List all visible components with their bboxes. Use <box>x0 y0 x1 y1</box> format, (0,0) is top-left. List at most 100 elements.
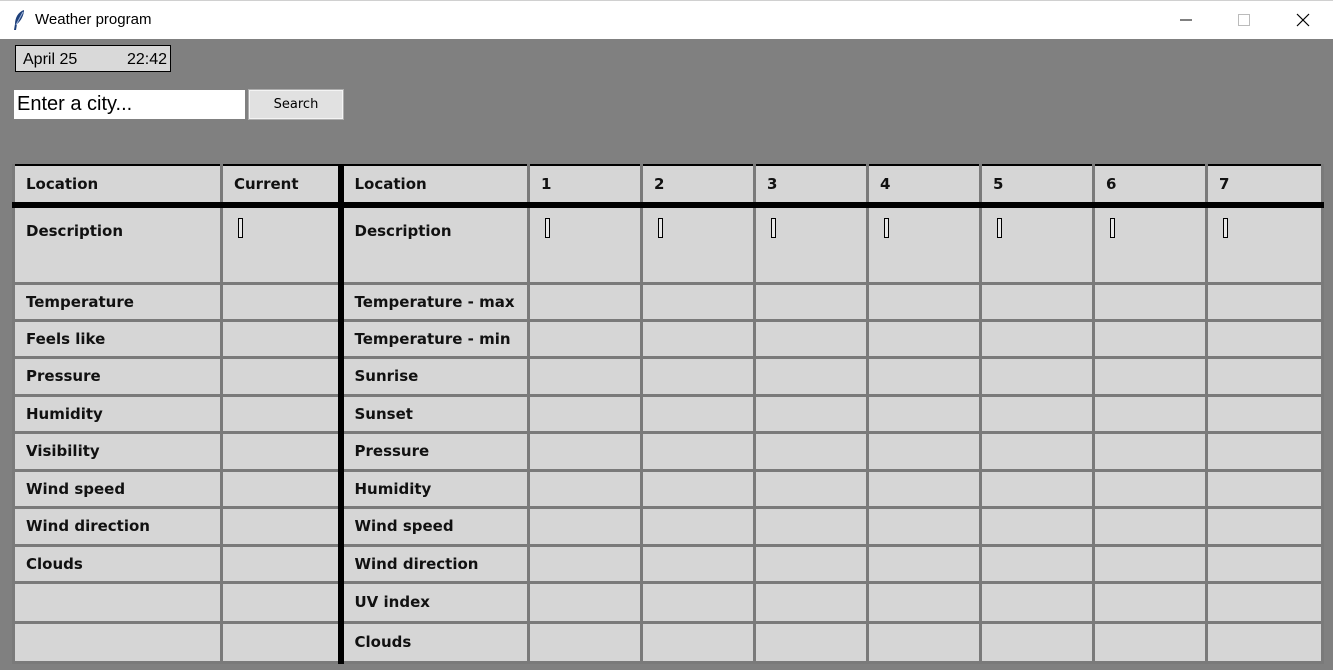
forecast-day-3-cell <box>753 620 869 664</box>
forecast-day-5-cell <box>979 393 1095 434</box>
forecast-day-6-cell <box>1092 620 1208 664</box>
current-row-label: Humidity <box>12 393 223 434</box>
current-value-cell <box>220 580 344 624</box>
forecast-header-0: Location <box>339 164 530 208</box>
forecast-day-5-cell <box>979 468 1095 509</box>
forecast-day-4-cell <box>866 203 982 285</box>
current-value-cell <box>220 430 344 472</box>
forecast-row-label: Sunset <box>339 393 530 434</box>
current-row-label: Pressure <box>12 355 223 397</box>
forecast-day-2-cell <box>640 318 756 359</box>
weather-icon-placeholder <box>238 218 243 238</box>
forecast-day-6-cell <box>1092 393 1208 434</box>
weather-icon-placeholder <box>1110 218 1115 238</box>
current-value-cell <box>220 355 344 397</box>
forecast-header-4-label: 4 <box>880 175 891 193</box>
forecast-day-4-cell <box>866 355 982 397</box>
current-row-label: Wind speed <box>12 468 223 509</box>
table-row: Visibility Pressure <box>12 430 1324 472</box>
current-header-current: Current <box>220 164 344 208</box>
current-row-label-label: Humidity <box>26 404 103 423</box>
date-label: April 25 <box>23 51 78 68</box>
forecast-day-2-cell <box>640 505 756 547</box>
current-row-label-label: Pressure <box>26 367 101 385</box>
forecast-day-4-cell <box>866 620 982 664</box>
forecast-row-label-label: Wind speed <box>354 517 454 535</box>
forecast-header-1: 1 <box>527 164 643 208</box>
forecast-day-2-cell <box>640 468 756 509</box>
forecast-day-5-cell <box>979 505 1095 547</box>
close-icon <box>1296 13 1310 27</box>
forecast-day-7-cell <box>1205 393 1324 434</box>
forecast-day-5-cell <box>979 543 1095 584</box>
current-row-label-label: Feels like <box>26 329 106 348</box>
forecast-day-6-cell <box>1092 203 1208 285</box>
forecast-day-3-cell <box>753 203 869 285</box>
forecast-day-2-cell <box>640 620 756 664</box>
table-row: Temperature Temperature - max <box>12 281 1324 322</box>
search-button[interactable]: Search <box>248 89 344 120</box>
weather-icon-placeholder <box>997 218 1002 238</box>
close-button[interactable] <box>1274 1 1332 39</box>
city-search-input[interactable] <box>14 90 245 119</box>
current-row-label <box>12 620 223 664</box>
current-row-label-label: Visibility <box>26 442 100 460</box>
forecast-day-4-cell <box>866 505 982 547</box>
current-value-cell <box>220 620 344 664</box>
forecast-row-label: Clouds <box>339 620 530 664</box>
forecast-day-1-cell <box>527 505 643 547</box>
forecast-header-7: 7 <box>1205 164 1324 208</box>
forecast-row-label-label: Wind direction <box>354 554 479 573</box>
current-value-cell <box>220 393 344 434</box>
forecast-row-label-label: Sunrise <box>354 367 419 385</box>
forecast-day-2-cell <box>640 543 756 584</box>
forecast-day-7-cell <box>1205 203 1324 285</box>
forecast-day-1-cell <box>527 355 643 397</box>
forecast-day-3-cell <box>753 580 869 624</box>
table-row: Pressure Sunrise <box>12 355 1324 397</box>
forecast-day-3-cell <box>753 505 869 547</box>
forecast-day-7-cell <box>1205 620 1324 664</box>
minimize-icon <box>1180 19 1192 21</box>
forecast-day-1-cell <box>527 318 643 359</box>
forecast-header-6: 6 <box>1092 164 1208 208</box>
forecast-day-1-cell <box>527 430 643 472</box>
forecast-day-5-cell <box>979 355 1095 397</box>
forecast-row-label-label: Temperature - min <box>354 329 511 348</box>
forecast-row-label-label: Description <box>354 222 452 240</box>
forecast-day-7-cell <box>1205 505 1324 547</box>
current-header-location: Location <box>12 164 223 208</box>
forecast-day-4-cell <box>866 543 982 584</box>
forecast-day-7-cell <box>1205 281 1324 322</box>
current-row-label: Feels like <box>12 318 223 359</box>
current-row-label-label: Clouds <box>26 554 83 573</box>
forecast-day-2-cell <box>640 355 756 397</box>
table-row: Feels like Temperature - min <box>12 318 1324 359</box>
forecast-day-3-cell <box>753 543 869 584</box>
forecast-row-label: Description <box>339 203 530 285</box>
weather-icon-placeholder <box>658 218 663 238</box>
minimize-button[interactable] <box>1157 1 1215 39</box>
maximize-icon <box>1238 14 1250 26</box>
forecast-day-7-cell <box>1205 468 1324 509</box>
forecast-day-1-cell <box>527 468 643 509</box>
maximize-button[interactable] <box>1215 1 1273 39</box>
weather-icon-placeholder <box>1223 218 1228 238</box>
forecast-row-label-label: Temperature - max <box>354 292 515 311</box>
forecast-day-1-cell <box>527 580 643 624</box>
forecast-header-2: 2 <box>640 164 756 208</box>
current-value-cell <box>220 318 344 359</box>
forecast-row-label-label: Clouds <box>354 633 412 651</box>
forecast-day-4-cell <box>866 580 982 624</box>
table-row: Wind speed Humidity <box>12 468 1324 509</box>
forecast-day-3-cell <box>753 430 869 472</box>
forecast-header-1-label: 1 <box>541 175 552 193</box>
forecast-row-label: UV index <box>339 580 530 624</box>
forecast-row-label: Pressure <box>339 430 530 472</box>
current-row-label-label: Temperature <box>26 292 134 311</box>
forecast-day-2-cell <box>640 393 756 434</box>
forecast-day-7-cell <box>1205 355 1324 397</box>
forecast-day-1-cell <box>527 543 643 584</box>
current-row-label: Wind direction <box>12 505 223 547</box>
current-row-label: Temperature <box>12 281 223 322</box>
